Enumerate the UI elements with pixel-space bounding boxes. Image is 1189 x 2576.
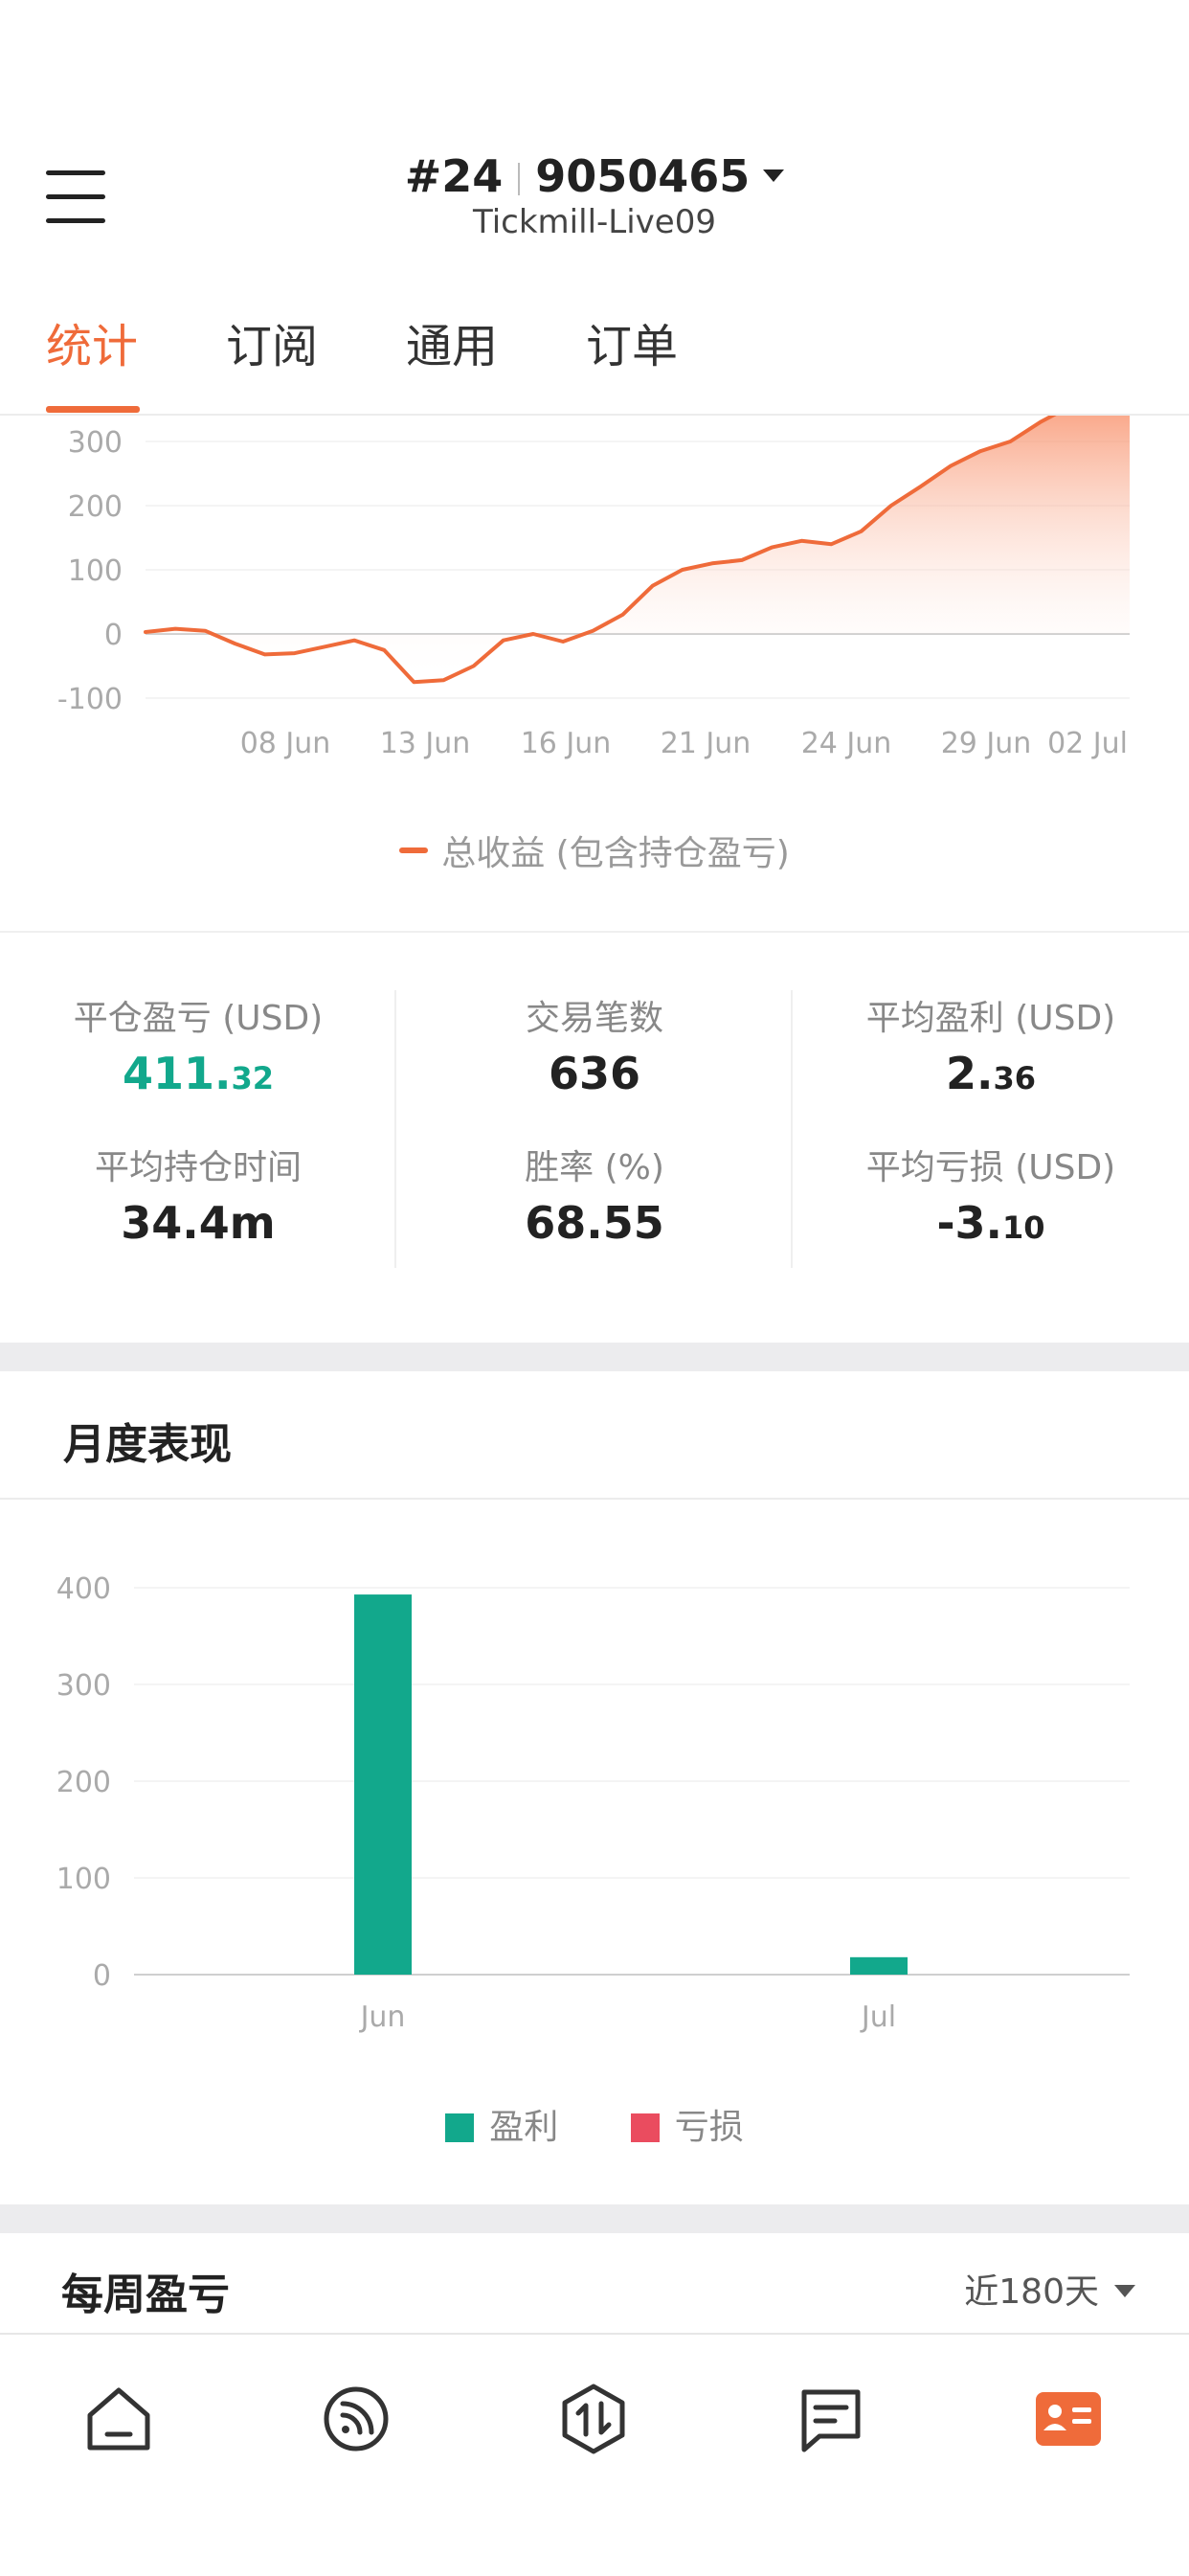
feed-icon: [324, 2386, 389, 2452]
y-tick-label: 100: [56, 1863, 111, 1896]
profit-bar: [850, 1956, 908, 1975]
nav-profile[interactable]: [1032, 2383, 1105, 2455]
chevron-down-icon: [1114, 2285, 1135, 2297]
top-header: #24 9050465 Tickmill-Live09: [0, 0, 1189, 268]
tab-orders[interactable]: 订单: [586, 308, 678, 375]
stat-value: -3.10: [936, 1197, 1045, 1249]
monthly-legend: 盈利 亏损: [0, 2099, 1189, 2149]
server-name: Tickmill-Live09: [473, 203, 716, 241]
stat-label: 平均盈利 (USD): [865, 999, 1116, 1038]
tab-subscribe[interactable]: 订阅: [226, 308, 318, 375]
x-tick-label: Jun: [359, 2000, 406, 2034]
y-tick-label: 200: [68, 490, 123, 524]
legend-line-swatch: [399, 847, 429, 853]
stat-avg-loss: 平均亏损 (USD) -3.10: [793, 1140, 1189, 1249]
legend-loss-swatch: [630, 2113, 660, 2142]
equity-area: [146, 416, 1130, 683]
x-tick-label: 08 Jun: [240, 727, 331, 760]
y-tick-label: 300: [68, 426, 123, 460]
legend-profit-swatch: [445, 2113, 475, 2142]
stat-avg-profit: 平均盈利 (USD) 2.36: [793, 990, 1189, 1099]
x-tick-label: 16 Jun: [521, 727, 612, 760]
y-tick-label: 0: [93, 1959, 111, 1993]
weekly-title: 每周盈亏: [61, 2271, 230, 2319]
y-tick-label: 100: [68, 554, 123, 588]
nav-trade[interactable]: [557, 2383, 630, 2455]
trade-icon: [562, 2384, 625, 2454]
stat-value: 34.4m: [121, 1197, 276, 1249]
bottom-nav: [0, 2333, 1189, 2576]
stat-value: 68.55: [525, 1197, 664, 1249]
weekly-section-header: 每周盈亏 近180天: [0, 2260, 1189, 2337]
home-icon: [87, 2387, 150, 2451]
active-tab-indicator: [46, 406, 140, 413]
chevron-down-icon: [763, 169, 785, 182]
tab-general[interactable]: 通用: [406, 308, 498, 375]
monthly-title: 月度表现: [63, 1420, 232, 1469]
stat-closed-pnl: 平仓盈亏 (USD) 411.32: [0, 990, 396, 1099]
nav-messages[interactable]: [795, 2383, 867, 2455]
equity-legend: 总收益 (包含持仓盈亏): [0, 825, 1189, 875]
y-tick-label: 400: [56, 1572, 111, 1606]
stats-panel: 平仓盈亏 (USD) 411.32 交易笔数 636 平均盈利 (USD) 2.…: [0, 931, 1189, 1344]
x-tick-label: Jul: [860, 2000, 896, 2034]
nav-feed[interactable]: [320, 2383, 393, 2455]
equity-chart: 300 200 100 0 -100 08 Jun 13 Jun 16 Jun 21 Jun 24…: [57, 416, 1130, 760]
stat-label: 交易笔数: [525, 999, 663, 1038]
stat-trade-count: 交易笔数 636: [396, 990, 793, 1099]
x-tick-label: 13 Jun: [380, 727, 471, 760]
message-icon: [801, 2389, 861, 2452]
x-tick-label: 24 Jun: [801, 727, 892, 760]
rank-label: #24: [404, 150, 504, 202]
y-tick-label: 0: [104, 619, 123, 652]
stat-value: 636: [548, 1048, 641, 1099]
stat-value: 411.32: [122, 1048, 275, 1099]
y-tick-label: 200: [56, 1766, 111, 1799]
stat-label: 平仓盈亏 (USD): [73, 999, 324, 1038]
y-tick-label: 300: [56, 1669, 111, 1703]
monthly-bar-chart: 400 300 200 100 0 Jun Jul: [56, 1572, 1130, 2034]
profile-card-icon: [1036, 2392, 1101, 2446]
x-tick-label: 29 Jun: [941, 727, 1032, 760]
section-divider: [0, 2204, 1189, 2233]
nav-home[interactable]: [82, 2383, 155, 2455]
legend-profit-label: 盈利: [489, 2108, 559, 2147]
tab-stats[interactable]: 统计: [46, 308, 138, 375]
section-divider: [0, 1343, 1189, 1371]
account-id: 9050465: [535, 150, 751, 202]
tab-bar: 统计 订阅 通用 订单: [0, 270, 1189, 416]
legend-loss-label: 亏损: [674, 2108, 744, 2147]
stat-value: 2.36: [945, 1048, 1036, 1099]
stat-win-rate: 胜率 (%) 68.55: [396, 1140, 793, 1249]
profit-bar: [354, 1594, 412, 1975]
equity-legend-label: 总收益 (包含持仓盈亏): [441, 834, 790, 873]
range-dropdown[interactable]: 近180天: [964, 2264, 1135, 2314]
monthly-section-header: 月度表现: [0, 1371, 1189, 1500]
account-selector[interactable]: #24 9050465: [0, 146, 1189, 207]
y-tick-label: -100: [57, 683, 123, 716]
x-tick-label: 02 Jul: [1047, 727, 1128, 760]
stat-label: 平均亏损 (USD): [865, 1148, 1116, 1187]
stat-avg-hold-time: 平均持仓时间 34.4m: [0, 1140, 396, 1249]
stat-label: 平均持仓时间: [94, 1148, 302, 1187]
x-tick-label: 21 Jun: [661, 727, 752, 760]
stat-label: 胜率 (%): [525, 1148, 664, 1187]
range-value: 近180天: [964, 2272, 1099, 2312]
